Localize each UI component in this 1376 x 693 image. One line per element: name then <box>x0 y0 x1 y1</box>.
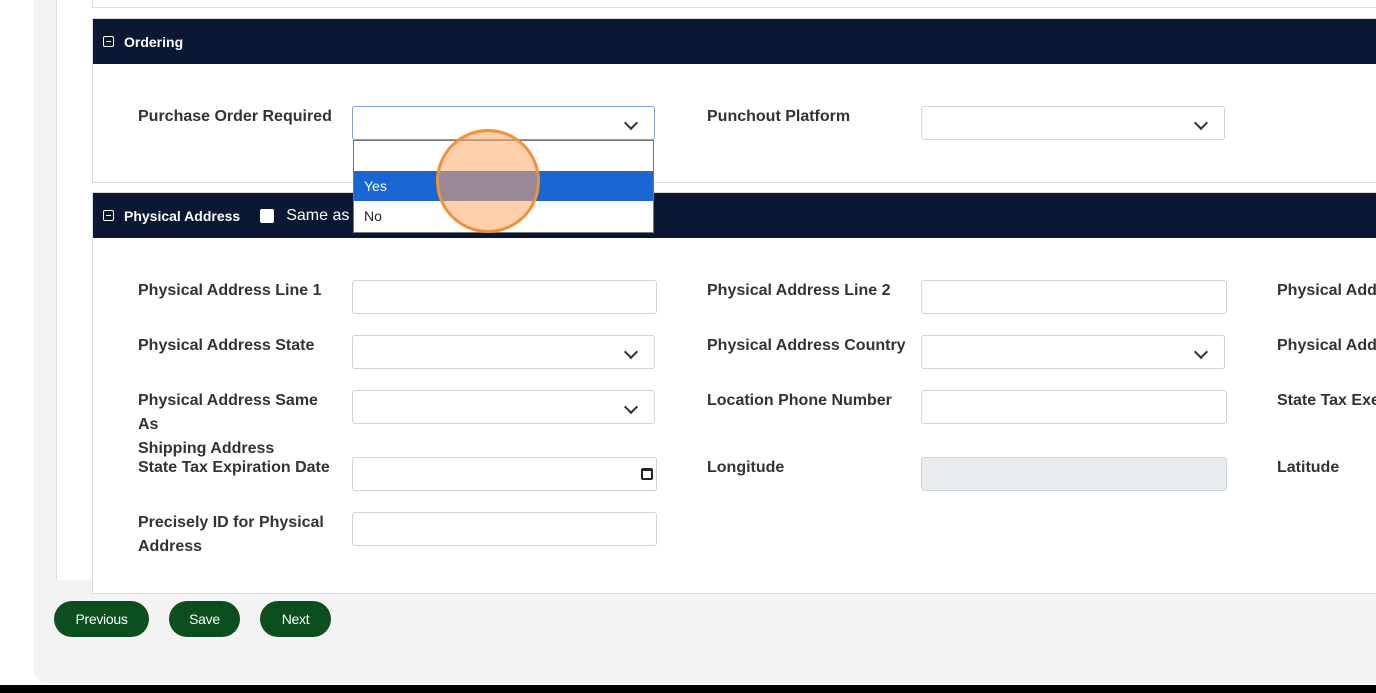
chevron-down-icon <box>1193 344 1209 360</box>
physical-address-col3-row2-label: Physical Addr <box>1277 337 1376 354</box>
physical-address-line1-input[interactable] <box>352 280 657 314</box>
precisely-id-label-line2: Address <box>138 538 203 555</box>
physical-address-line2-label: Physical Address Line 2 <box>707 282 891 299</box>
punchout-platform-label: Punchout Platform <box>707 108 851 125</box>
purchase-order-required-label: Purchase Order Required <box>138 108 332 125</box>
physical-address-state-label: Physical Address State <box>138 337 315 354</box>
state-tax-expiration-date-input[interactable] <box>352 457 657 491</box>
same-as-shipping-label-line1: Physical Address Same As <box>138 392 318 433</box>
precisely-id-label-line1: Precisely ID for Physical <box>138 514 324 531</box>
ordering-section: Ordering <box>92 18 1376 183</box>
chevron-down-icon <box>623 399 639 415</box>
physical-address-section-header[interactable]: Physical Address Same as <box>93 193 1376 238</box>
physical-address-state-select[interactable] <box>352 335 655 369</box>
chevron-down-icon <box>623 115 639 131</box>
same-as-label: Same as <box>286 206 350 224</box>
click-indicator <box>436 129 540 233</box>
precisely-id-label: Precisely ID for Physical Address <box>138 511 338 559</box>
latitude-label: Latitude <box>1277 459 1340 476</box>
next-button[interactable]: Next <box>260 601 331 637</box>
collapse-icon[interactable] <box>103 210 114 221</box>
same-as-shipping-label: Physical Address Same As Shipping Addres… <box>138 389 338 461</box>
ordering-section-title: Ordering <box>124 33 184 50</box>
save-button[interactable]: Save <box>169 601 240 637</box>
state-tax-exempt-label: State Tax Exen <box>1277 392 1376 409</box>
previous-button[interactable]: Previous <box>54 601 149 637</box>
physical-address-line2-input[interactable] <box>921 280 1227 314</box>
physical-address-col3-row1-label: Physical Addr <box>1277 282 1376 299</box>
longitude-label: Longitude <box>707 459 785 476</box>
location-phone-input[interactable] <box>921 390 1227 424</box>
bottom-edge <box>0 685 1376 693</box>
longitude-input <box>921 457 1227 491</box>
same-as-shipping-select[interactable] <box>352 390 655 424</box>
punchout-platform-select[interactable] <box>921 106 1225 140</box>
collapse-icon[interactable] <box>103 36 114 47</box>
calendar-icon[interactable] <box>641 468 653 480</box>
physical-address-line1-label: Physical Address Line 1 <box>138 282 322 299</box>
same-as-checkbox[interactable] <box>260 208 275 223</box>
physical-address-section-title: Physical Address <box>124 207 241 224</box>
physical-address-country-select[interactable] <box>921 335 1225 369</box>
previous-section-bottom <box>92 0 1376 8</box>
chevron-down-icon <box>623 344 639 360</box>
ordering-section-header[interactable]: Ordering <box>93 19 1376 64</box>
physical-address-country-label: Physical Address Country <box>707 337 906 354</box>
chevron-down-icon <box>1193 115 1209 131</box>
precisely-id-input[interactable] <box>352 512 657 546</box>
same-as-option: Same as <box>260 207 349 225</box>
location-phone-label: Location Phone Number <box>707 392 892 409</box>
state-tax-expiration-label: State Tax Expiration Date <box>138 459 330 476</box>
